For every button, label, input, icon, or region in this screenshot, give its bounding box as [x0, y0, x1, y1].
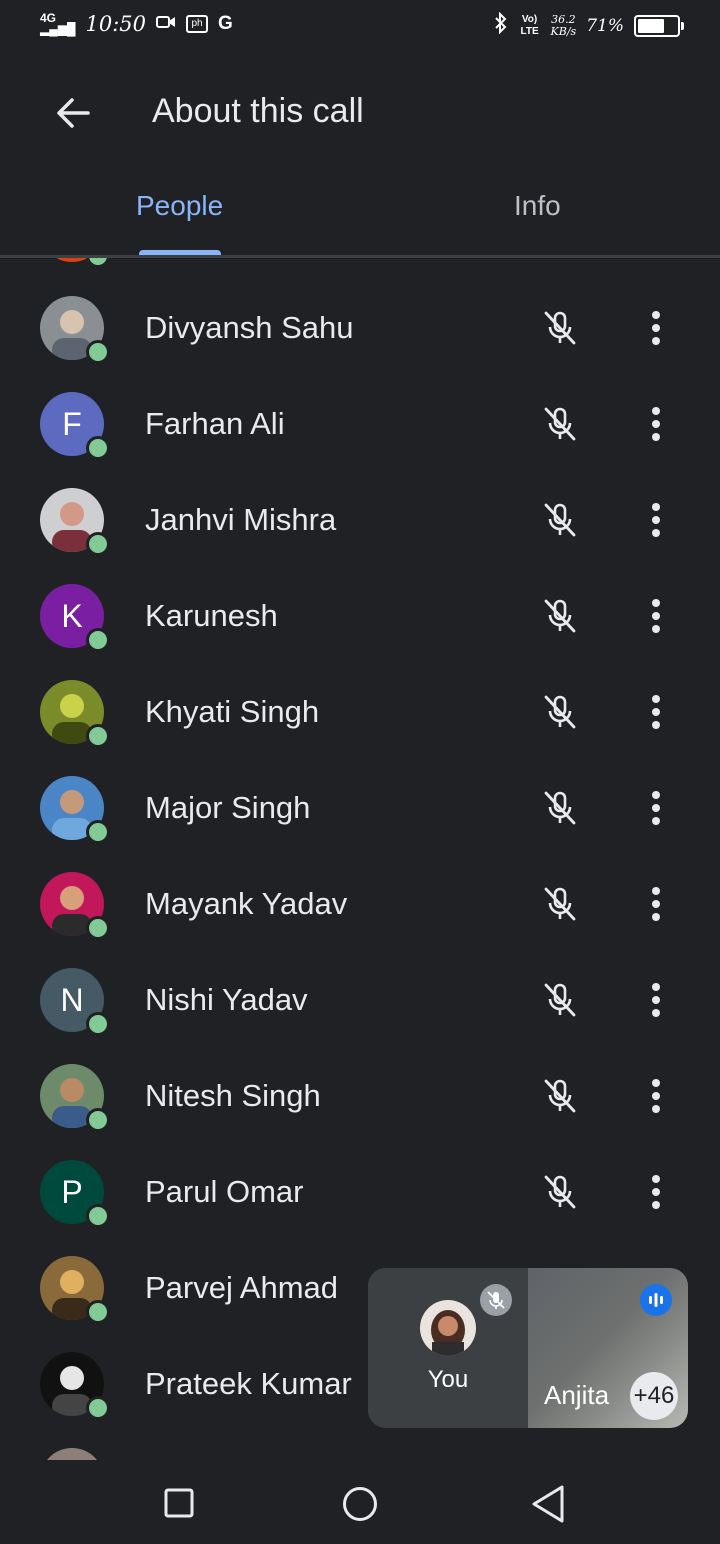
online-indicator — [86, 532, 110, 556]
online-indicator — [86, 1108, 110, 1132]
more-vert-icon[interactable] — [642, 499, 670, 541]
system-nav-bar — [0, 1460, 720, 1544]
more-vert-icon[interactable] — [642, 691, 670, 733]
avatar-initial: N — [60, 981, 84, 1018]
nav-back-icon[interactable] — [530, 1484, 566, 1524]
online-indicator — [86, 724, 110, 748]
participant-name: Janhvi Mishra — [145, 502, 337, 537]
participant-name: Nitesh Singh — [145, 1078, 321, 1113]
participant-name: Farhan Ali — [145, 406, 285, 441]
pip-self-label: You — [427, 1366, 469, 1393]
pip-self-tile[interactable]: You — [368, 1268, 528, 1428]
avatar-initial: F — [62, 405, 82, 442]
online-indicator — [86, 820, 110, 844]
avatar-initial: K — [61, 597, 83, 634]
online-indicator — [86, 1012, 110, 1036]
mic-off-icon[interactable] — [539, 1075, 581, 1117]
participant-name: Prateek Kumar — [145, 1366, 352, 1401]
online-indicator — [86, 628, 110, 652]
bluetooth-icon — [493, 11, 509, 39]
mic-off-icon[interactable] — [539, 595, 581, 637]
google-icon: G — [218, 13, 233, 34]
more-vert-icon[interactable] — [642, 1075, 670, 1117]
more-vert-icon[interactable] — [642, 883, 670, 925]
participant-name: Karunesh — [145, 598, 278, 633]
more-vert-icon[interactable] — [642, 979, 670, 1021]
video-icon — [156, 14, 176, 35]
online-indicator — [86, 1396, 110, 1420]
participant-name: Khyati Singh — [145, 694, 320, 729]
mic-off-icon[interactable] — [539, 883, 581, 925]
online-indicator — [86, 1300, 110, 1324]
avatar — [40, 1448, 104, 1460]
participant-name: Mayank Yadav — [145, 886, 348, 921]
extra-participants-badge: +46 — [630, 1372, 678, 1420]
tab-people[interactable]: People — [136, 190, 223, 222]
battery-icon — [634, 14, 684, 37]
participant-row[interactable]: K Karunesh — [0, 584, 720, 680]
participant-name: Nishi Yadav — [145, 982, 308, 1017]
participant-row[interactable]: Major Singh — [0, 776, 720, 872]
recent-apps-icon[interactable] — [164, 1488, 194, 1518]
participant-row[interactable]: Khyati Singh — [0, 680, 720, 776]
app-notification-icon: ph — [186, 15, 208, 33]
more-vert-icon[interactable] — [642, 1171, 670, 1213]
mic-off-icon[interactable] — [539, 979, 581, 1021]
avatar-initial: P — [61, 1173, 83, 1210]
home-icon[interactable] — [342, 1486, 378, 1522]
call-pip-tile[interactable]: You Anjita +46 — [368, 1268, 688, 1428]
pip-participant-name: Anjita — [544, 1380, 610, 1410]
more-vert-icon[interactable] — [642, 595, 670, 637]
participant-name: Parul Omar — [145, 1174, 304, 1209]
back-arrow-icon[interactable] — [50, 90, 96, 136]
tab-info[interactable]: Info — [514, 190, 561, 222]
mic-off-icon[interactable] — [539, 691, 581, 733]
mic-off-icon[interactable] — [539, 787, 581, 829]
data-speed: 36.2 KB/s — [550, 12, 577, 38]
mic-off-icon — [480, 1284, 512, 1316]
participant-row[interactable]: F Farhan Ali — [0, 392, 720, 488]
more-vert-icon[interactable] — [642, 787, 670, 829]
mic-off-icon[interactable] — [539, 403, 581, 445]
participant-row[interactable]: N Nishi Yadav — [0, 968, 720, 1064]
participant-row[interactable]: Mayank Yadav — [0, 872, 720, 968]
mic-off-icon[interactable] — [539, 307, 581, 349]
mic-off-icon[interactable] — [539, 499, 581, 541]
page-title: About this call — [152, 92, 364, 130]
network-indicator: 4G ▂▄▆█ — [40, 11, 76, 36]
battery-percent: 71% — [586, 15, 624, 36]
avatar — [420, 1300, 476, 1356]
participant-row[interactable]: Nitesh Singh — [0, 1064, 720, 1160]
participant-row[interactable]: Janhvi Mishra — [0, 488, 720, 584]
mic-off-icon[interactable] — [539, 1171, 581, 1213]
status-time: 10:50 — [85, 12, 146, 36]
participant-name: Parvej Ahmad — [145, 1270, 338, 1305]
participant-name: Divyansh Sahu — [145, 310, 354, 345]
more-vert-icon[interactable] — [642, 403, 670, 445]
participant-name: Major Singh — [145, 790, 311, 825]
lte-indicator: Vo) LTE — [520, 13, 539, 37]
online-indicator — [86, 340, 110, 364]
status-bar: 4G ▂▄▆█ 10:50 ph G Vo) LTE 36.2 KB/s 71% — [0, 0, 720, 56]
participant-row[interactable]: P Parul Omar — [0, 1160, 720, 1256]
online-indicator — [86, 258, 110, 268]
online-indicator — [86, 916, 110, 940]
pip-other-tile[interactable]: Anjita +46 — [528, 1268, 688, 1428]
participant-row[interactable]: Divyansh Sahu — [0, 296, 720, 392]
online-indicator — [86, 436, 110, 460]
online-indicator — [86, 1204, 110, 1228]
more-vert-icon[interactable] — [642, 307, 670, 349]
speaking-indicator-icon — [640, 1284, 672, 1316]
